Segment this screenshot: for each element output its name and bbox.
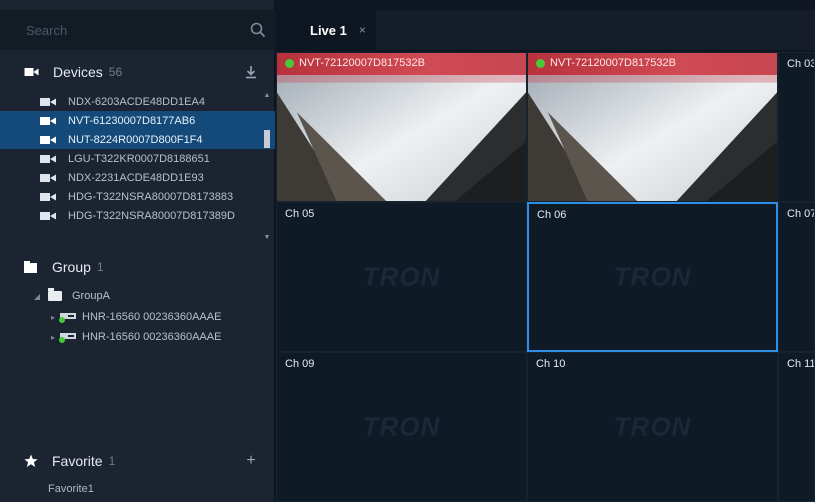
- device-label: HDG-T322NSRA80007D817389D: [68, 209, 235, 222]
- channel-label: Ch 10: [536, 358, 566, 370]
- camera-icon: [40, 135, 56, 145]
- video-feed: [277, 53, 526, 201]
- camera-icon: [40, 211, 56, 221]
- device-item[interactable]: NDX-6203ACDE48DD1EA4: [0, 92, 275, 111]
- favorite-count: 1: [108, 454, 116, 468]
- video-cell[interactable]: NVT-72120007D817532B: [527, 52, 778, 202]
- video-grid: NVT-72120007D817532B NVT-72120007D817532…: [276, 52, 815, 502]
- tab-live-1[interactable]: Live 1 ×: [276, 10, 376, 50]
- online-status-icon: [285, 59, 294, 68]
- caret-right-icon[interactable]: ▸: [48, 313, 58, 322]
- device-item[interactable]: HDG-T322NSRA80007D8173883: [0, 187, 275, 206]
- cell-device-name: NVT-72120007D817532B: [299, 57, 425, 69]
- tab-bar: Live 1 ×: [276, 10, 815, 50]
- channel-label: Ch 11: [787, 358, 815, 370]
- camera-icon: [40, 154, 56, 164]
- device-label: NUT-8224R0007D800F1F4: [68, 133, 203, 146]
- group-title: Group: [52, 259, 91, 275]
- search-input[interactable]: [0, 10, 240, 50]
- logo-watermark: TRON: [613, 411, 692, 442]
- device-item[interactable]: NVT-61230007D8177AB6: [0, 111, 275, 130]
- device-item[interactable]: LGU-T322KR0007D8188651: [0, 149, 275, 168]
- device-item[interactable]: NDX-2231ACDE48DD1E93: [0, 168, 275, 187]
- camera-icon: [40, 192, 56, 202]
- scroll-up-icon[interactable]: ▲: [263, 92, 271, 100]
- search-icon[interactable]: [249, 21, 267, 39]
- search-box: [0, 10, 275, 50]
- group-count: 1: [96, 260, 104, 274]
- folder-icon: [48, 288, 62, 301]
- camera-icon: [24, 68, 39, 76]
- camera-icon: [40, 116, 56, 126]
- channel-label: Ch 07: [787, 208, 815, 220]
- folder-icon: [24, 261, 37, 273]
- video-cell[interactable]: Ch 09 TRON: [276, 352, 527, 502]
- channel-label: Ch 09: [285, 358, 315, 370]
- device-label: NVT-61230007D8177AB6: [68, 114, 196, 127]
- tree-folder-label: GroupA: [72, 290, 110, 302]
- cell-device-name: NVT-72120007D817532B: [550, 57, 676, 69]
- logo-watermark: TRON: [362, 261, 441, 292]
- device-item[interactable]: NUT-8224R0007D800F1F4: [0, 130, 275, 149]
- device-list-scrollbar[interactable]: ▲ ▼: [263, 92, 271, 242]
- download-icon[interactable]: [243, 64, 259, 80]
- video-cell[interactable]: Ch 11: [778, 352, 815, 502]
- group-header[interactable]: Group 1: [0, 253, 275, 281]
- channel-label: Ch 05: [285, 208, 315, 220]
- devices-header[interactable]: Devices 56: [0, 58, 275, 86]
- logo-watermark: TRON: [613, 261, 692, 292]
- video-feed: [528, 53, 777, 201]
- tab-label: Live 1: [310, 22, 347, 38]
- nvr-icon: [59, 313, 76, 323]
- camera-icon: [40, 173, 56, 183]
- tree-folder-groupa[interactable]: ◢ GroupA: [0, 285, 275, 307]
- video-cell[interactable]: Ch 07: [778, 202, 815, 352]
- logo-watermark: TRON: [362, 411, 441, 442]
- online-status-icon: [536, 59, 545, 68]
- caret-right-icon[interactable]: ▸: [48, 333, 58, 342]
- device-list: NDX-6203ACDE48DD1EA4 NVT-61230007D8177AB…: [0, 92, 275, 242]
- tree-nvr-label: HNR-16560 00236360AAAE: [82, 311, 222, 323]
- device-label: LGU-T322KR0007D8188651: [68, 152, 210, 165]
- caret-down-icon[interactable]: ◢: [32, 292, 42, 301]
- close-icon[interactable]: ×: [359, 23, 366, 37]
- video-cell[interactable]: Ch 10 TRON: [527, 352, 778, 502]
- main-view: Live 1 × NVT-72120007D817532B NVT-721200…: [276, 0, 815, 502]
- tree-nvr-item[interactable]: ▸ HNR-16560 00236360AAAE: [0, 327, 275, 347]
- device-label: NDX-2231ACDE48DD1E93: [68, 171, 204, 184]
- sidebar: Devices 56 NDX-6203ACDE48DD1EA4 NVT-6123…: [0, 0, 275, 502]
- devices-title: Devices: [53, 64, 103, 80]
- group-tree: ◢ GroupA ▸ HNR-16560 00236360AAAE ▸ HNR-…: [0, 285, 275, 347]
- favorite-item[interactable]: Favorite1: [48, 483, 94, 495]
- devices-count: 56: [108, 65, 123, 79]
- video-cell-selected[interactable]: Ch 06 TRON: [527, 202, 778, 352]
- device-label: HDG-T322NSRA80007D8173883: [68, 190, 234, 203]
- channel-label: Ch 03: [787, 58, 815, 70]
- camera-icon: [40, 97, 56, 107]
- scroll-down-icon[interactable]: ▼: [263, 234, 271, 242]
- device-label: NDX-6203ACDE48DD1EA4: [68, 95, 205, 108]
- tree-nvr-label: HNR-16560 00236360AAAE: [82, 331, 222, 343]
- star-icon: [24, 454, 38, 467]
- tree-nvr-item[interactable]: ▸ HNR-16560 00236360AAAE: [0, 307, 275, 327]
- add-icon[interactable]: +: [243, 453, 259, 469]
- scroll-thumb[interactable]: [264, 130, 270, 148]
- favorite-header[interactable]: Favorite 1 +: [0, 447, 275, 475]
- video-cell[interactable]: NVT-72120007D817532B: [276, 52, 527, 202]
- device-item[interactable]: HDG-T322NSRA80007D817389D: [0, 206, 275, 225]
- channel-label: Ch 06: [537, 209, 567, 221]
- nvr-icon: [59, 333, 76, 343]
- favorite-title: Favorite: [52, 453, 103, 469]
- video-cell[interactable]: Ch 05 TRON: [276, 202, 527, 352]
- video-cell[interactable]: Ch 03: [778, 52, 815, 202]
